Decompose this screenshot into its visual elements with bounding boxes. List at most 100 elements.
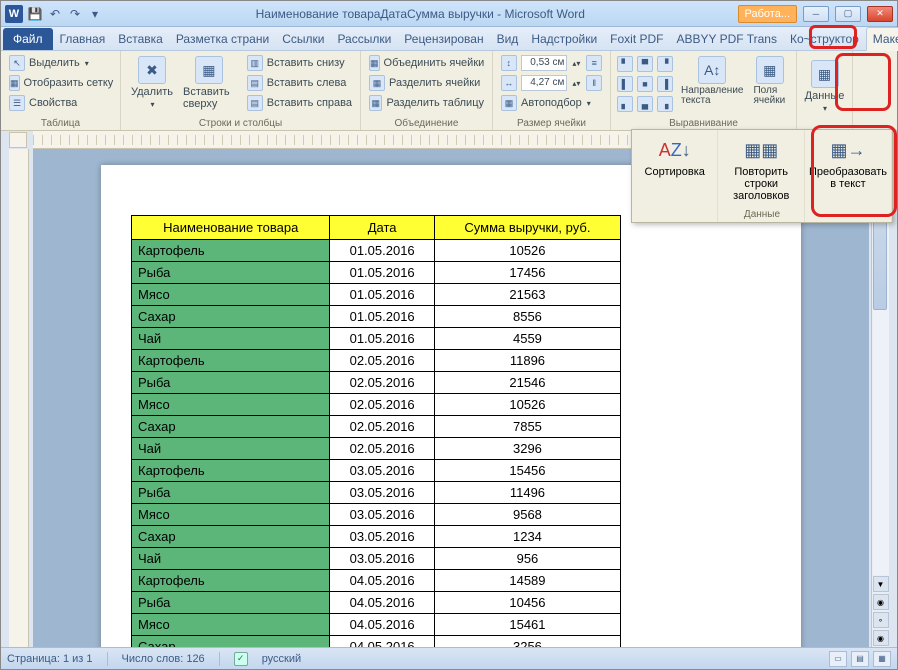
insert-above-button[interactable]: ▦ Вставить сверху [179,54,239,112]
page-indicator[interactable]: Страница: 1 из 1 [7,653,93,665]
table-row[interactable]: Мясо02.05.201610526 [132,394,621,416]
table-cell[interactable]: Сахар [132,526,330,548]
table-cell[interactable]: 956 [434,548,620,570]
row-height-input[interactable]: ↕0,53 см▴▾≡ [499,54,604,72]
align-ml-icon[interactable]: ▌ [617,76,633,92]
view-read-icon[interactable]: ▤ [851,651,869,667]
table-cell[interactable]: 04.05.2016 [330,592,435,614]
table-cell[interactable]: Рыба [132,482,330,504]
table-cell[interactable]: 02.05.2016 [330,416,435,438]
table-cell[interactable]: 01.05.2016 [330,306,435,328]
table-cell[interactable]: 04.05.2016 [330,636,435,648]
table-cell[interactable]: Картофель [132,460,330,482]
table-row[interactable]: Сахар01.05.20168556 [132,306,621,328]
table-cell[interactable]: 03.05.2016 [330,548,435,570]
table-cell[interactable]: Чай [132,328,330,350]
table-row[interactable]: Рыба01.05.201617456 [132,262,621,284]
align-br-icon[interactable]: ▗ [657,96,673,112]
table-cell[interactable]: Рыба [132,262,330,284]
table-cell[interactable]: 17456 [434,262,620,284]
table-cell[interactable]: 02.05.2016 [330,394,435,416]
table-cell[interactable]: Мясо [132,394,330,416]
table-cell[interactable]: Картофель [132,240,330,262]
table-cell[interactable]: 9568 [434,504,620,526]
table-row[interactable]: Сахар03.05.20161234 [132,526,621,548]
table-cell[interactable]: 03.05.2016 [330,460,435,482]
vertical-ruler[interactable] [9,149,29,647]
table-row[interactable]: Рыба03.05.201611496 [132,482,621,504]
tab-abbyy[interactable]: ABBYY PDF Trans [671,28,783,50]
split-table-button[interactable]: ▦Разделить таблицу [367,94,486,112]
tab-page-layout[interactable]: Разметка страни [170,28,275,50]
tab-layout[interactable]: Макет [866,27,898,51]
tab-foxit[interactable]: Foxit PDF [604,28,669,50]
table-cell[interactable]: Мясо [132,284,330,306]
table-cell[interactable]: 1234 [434,526,620,548]
insert-left-button[interactable]: ▤Вставить слева [245,74,354,92]
document-viewport[interactable]: Наименование товараДатаСумма выручки, ру… [33,149,869,647]
table-row[interactable]: Сахар04.05.20163256 [132,636,621,648]
table-row[interactable]: Картофель03.05.201615456 [132,460,621,482]
align-mc-icon[interactable]: ■ [637,76,653,92]
select-button[interactable]: ↖Выделить▾ [7,54,114,72]
table-row[interactable]: Чай02.05.20163296 [132,438,621,460]
table-cell[interactable]: 21563 [434,284,620,306]
table-cell[interactable]: Картофель [132,570,330,592]
table-cell[interactable]: 03.05.2016 [330,526,435,548]
redo-icon[interactable]: ↷ [67,6,83,22]
table-cell[interactable]: 03.05.2016 [330,504,435,526]
table-row[interactable]: Мясо01.05.201621563 [132,284,621,306]
table-cell[interactable]: 04.05.2016 [330,570,435,592]
tab-view[interactable]: Вид [491,28,525,50]
align-tc-icon[interactable]: ▀ [637,56,653,72]
merge-cells-button[interactable]: ▦Объединить ячейки [367,54,486,72]
table-cell[interactable]: Картофель [132,350,330,372]
table-cell[interactable]: Мясо [132,614,330,636]
table-cell[interactable]: 10526 [434,240,620,262]
maximize-button[interactable]: ▢ [835,6,861,22]
col-width-input[interactable]: ↔4,27 см▴▾‖ [499,74,604,92]
table-cell[interactable]: Рыба [132,372,330,394]
table-row[interactable]: Сахар02.05.20167855 [132,416,621,438]
save-icon[interactable]: 💾 [27,6,43,22]
text-direction-button[interactable]: A↕ Направление текста [677,54,747,116]
table-cell[interactable]: 01.05.2016 [330,328,435,350]
table-cell[interactable]: Мясо [132,504,330,526]
table-cell[interactable]: Чай [132,438,330,460]
table-row[interactable]: Мясо04.05.201615461 [132,614,621,636]
table-cell[interactable]: 10456 [434,592,620,614]
table-cell[interactable]: Сахар [132,636,330,648]
table-cell[interactable]: 11896 [434,350,620,372]
table-cell[interactable]: 03.05.2016 [330,482,435,504]
table-header[interactable]: Дата [330,216,435,240]
tab-references[interactable]: Ссылки [276,28,330,50]
table-cell[interactable]: Чай [132,548,330,570]
cell-margins-button[interactable]: ▦ Поля ячейки [749,54,790,116]
split-cells-button[interactable]: ▦Разделить ячейки [367,74,486,92]
autofit-button[interactable]: ▦Автоподбор▾ [499,94,604,112]
align-tl-icon[interactable]: ▘ [617,56,633,72]
table-header[interactable]: Наименование товара [132,216,330,240]
tab-design[interactable]: Ко~структор [784,28,865,50]
prev-page-icon[interactable]: ◉ [873,594,889,610]
word-count[interactable]: Число слов: 126 [122,653,205,665]
view-print-icon[interactable]: ▭ [829,651,847,667]
table-cell[interactable]: 02.05.2016 [330,350,435,372]
align-mr-icon[interactable]: ▐ [657,76,673,92]
table-cell[interactable]: Сахар [132,306,330,328]
table-row[interactable]: Чай01.05.20164559 [132,328,621,350]
minimize-button[interactable]: ─ [803,6,829,22]
browse-object-icon[interactable]: ∘ [873,612,889,628]
table-cell[interactable]: 01.05.2016 [330,240,435,262]
tab-insert[interactable]: Вставка [112,28,169,50]
dist-cols-icon[interactable]: ‖ [586,75,602,91]
insert-below-button[interactable]: ▥Вставить снизу [245,54,354,72]
align-tr-icon[interactable]: ▝ [657,56,673,72]
table-cell[interactable]: 04.05.2016 [330,614,435,636]
table-cell[interactable]: 02.05.2016 [330,438,435,460]
qat-customize-icon[interactable]: ▾ [87,6,103,22]
table-row[interactable]: Картофель04.05.201614589 [132,570,621,592]
table-row[interactable]: Мясо03.05.20169568 [132,504,621,526]
delete-button[interactable]: ✖ Удалить▾ [127,54,177,111]
table-cell[interactable]: 01.05.2016 [330,262,435,284]
